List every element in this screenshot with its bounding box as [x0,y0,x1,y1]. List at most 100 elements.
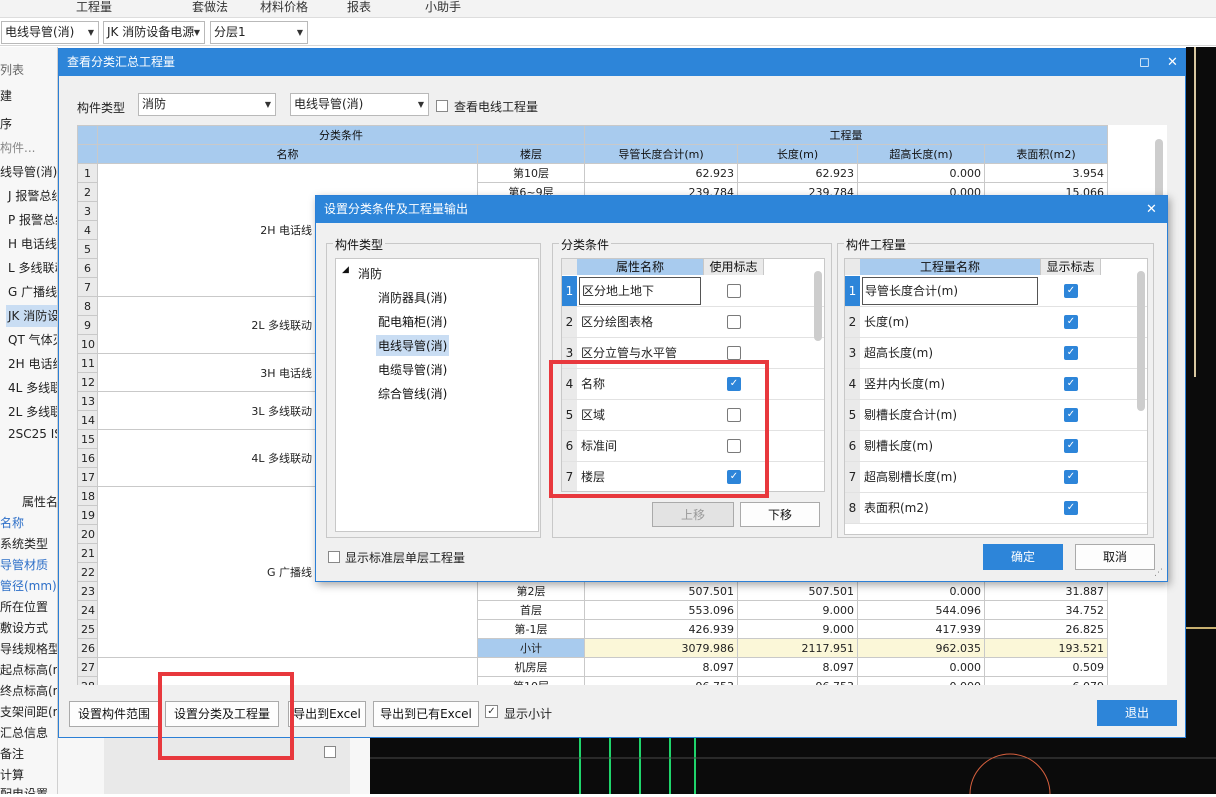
tab-quantity[interactable]: 工程量 [76,0,112,14]
prop-name: 备注 [0,747,25,761]
row-number: 2 [845,307,860,337]
tree-item-selected[interactable]: 电线导管(消) [376,335,450,356]
table-row[interactable]: 5 剔槽长度合计(m) ✓ [845,400,1147,431]
table-row[interactable]: 4 竖井内长度(m) ✓ [845,369,1147,400]
system-combo[interactable]: JK 消防设备电源 ▼ [103,21,205,44]
col-name[interactable]: 名称 [97,144,478,164]
list-item[interactable]: QT 气体灭 [8,331,57,348]
move-down-button[interactable]: 下移 [740,502,820,527]
property-checkbox[interactable] [324,746,336,758]
table-row[interactable]: 2 区分绘图表格 [562,307,824,338]
list-item-selected[interactable]: JK 消防设 [6,305,58,327]
header-class-cond: 分类条件 [97,125,585,145]
conditions-scrollbar[interactable] [814,271,822,341]
table-row[interactable]: 8 表面积(m2) ✓ [845,493,1147,524]
new-button[interactable]: 建 [0,87,12,104]
prop-name: 计算 [0,768,25,782]
list-item[interactable]: 2L 多线联 [8,403,57,420]
table-row[interactable]: 3 超高长度(m) ✓ [845,338,1147,369]
col-area[interactable]: 表面积(m2) [984,144,1108,164]
list-item[interactable]: J 报警总线 [8,187,57,204]
list-item[interactable]: G 广播线 [8,283,57,300]
group-label: 构件类型 [333,236,386,253]
row-checkbox[interactable] [727,346,741,360]
tree-item[interactable]: 综合管线(消) [378,385,447,402]
tree-root[interactable]: 消防 [358,265,382,282]
tab-method[interactable]: 套做法 [192,0,228,14]
floor-combo[interactable]: 分层1 ▼ [210,21,308,44]
chevron-down-icon: ▼ [417,100,424,109]
row-checkbox[interactable]: ✓ [1064,315,1078,329]
row-checkbox[interactable]: ✓ [1064,346,1078,360]
list-item-label: JK 消防设 [8,309,58,323]
cad-canvas-bottom[interactable] [370,738,1216,797]
sort-button[interactable]: 序 [0,115,12,132]
row-checkbox[interactable] [727,284,741,298]
close-icon[interactable]: ✕ [1167,49,1178,76]
row-number: 4 [845,369,860,399]
prop-name: 敷设方式 [0,621,49,635]
list-item[interactable]: 2H 电话线 [8,355,57,372]
row-label: 区分绘图表格 [581,315,654,329]
tree-item[interactable]: 消防器具(消) [378,289,447,306]
table-row[interactable]: 1 导管长度合计(m) ✓ [845,276,1147,307]
table-row[interactable]: 6 剔槽长度(m) ✓ [845,431,1147,462]
cad-canvas[interactable] [1186,47,1216,794]
quantities-scrollbar[interactable] [1137,271,1145,411]
col-total[interactable]: 导管长度合计(m) [584,144,738,164]
subtype-combo[interactable]: 电线导管(消) ▼ [290,93,429,116]
tab-assistant[interactable]: 小助手 [425,0,461,14]
tree-item[interactable]: 配电箱柜(消) [378,313,447,330]
list-item[interactable]: P 报警总线 [8,211,57,228]
prop-name: 系统类型 [0,537,49,551]
row-checkbox[interactable]: ✓ [1064,501,1078,515]
close-icon[interactable]: ✕ [1146,196,1157,223]
row-checkbox[interactable] [727,315,741,329]
view-wire-checkbox[interactable] [436,100,448,112]
tab-report[interactable]: 报表 [347,0,371,14]
set-range-button[interactable]: 设置构件范围 [69,701,159,727]
type-label: 构件类型 [77,101,126,115]
table-row[interactable]: 2 长度(m) ✓ [845,307,1147,338]
export-existing-excel-button[interactable]: 导出到已有Excel [373,701,479,727]
header-corner [845,259,860,275]
resize-grip-icon[interactable]: ⋰ [1154,568,1163,578]
col-over[interactable]: 超高长度(m) [857,144,985,164]
row-checkbox[interactable]: ✓ [1064,470,1078,484]
list-item[interactable]: 4L 多线联 [8,379,57,396]
ok-button[interactable]: 确定 [983,544,1063,570]
chevron-down-icon: ▼ [264,100,271,109]
table-row[interactable]: 1 2H 电话线 第10层 62.923 62.923 0.000 3.954 [77,163,1108,297]
row-checkbox[interactable]: ✓ [1064,439,1078,453]
table-row[interactable]: 7 超高剔槽长度(m) ✓ [845,462,1147,493]
exit-button[interactable]: 退出 [1097,700,1177,726]
export-excel-button[interactable]: 导出到Excel [288,701,366,727]
list-item[interactable]: H 电话线 [8,235,57,252]
chevron-down-icon: ▼ [296,28,303,37]
list-item[interactable]: 线导管(消) [0,163,57,180]
quantities-table: 工程量名称 显示标志 1 导管长度合计(m) ✓ 2 长度(m) ✓ 3 超高长度(m) ✓ 4 竖… [844,258,1148,535]
move-up-button[interactable]: 上移 [652,502,734,527]
col-length[interactable]: 长度(m) [737,144,858,164]
table-row[interactable]: 1 区分地上地下 [562,276,824,307]
row-number: 8 [845,493,860,523]
list-item[interactable]: L 多线联动 [8,259,57,276]
tab-material-price[interactable]: 材料价格 [260,0,308,14]
list-header: 列表 [0,63,25,77]
filter-input[interactable]: 构件... [0,139,35,156]
row-checkbox[interactable]: ✓ [1064,284,1078,298]
component-combo[interactable]: 电线导管(消) ▼ [1,21,99,44]
maximize-icon[interactable]: ◻ [1139,49,1150,76]
row-checkbox[interactable]: ✓ [1064,408,1078,422]
col-floor[interactable]: 楼层 [477,144,585,164]
tree-item[interactable]: 电缆导管(消) [378,361,447,378]
row-number: 5 [845,400,860,430]
std-floor-checkbox[interactable] [328,551,340,563]
show-subtotal-checkbox[interactable]: ✓ [485,705,498,718]
type-combo[interactable]: 消防 ▼ [138,93,276,116]
row-checkbox[interactable]: ✓ [1064,377,1078,391]
cancel-button[interactable]: 取消 [1075,544,1155,570]
collapse-icon[interactable]: ◢ [342,265,349,275]
group-label: 构件工程量 [844,236,909,253]
list-item[interactable]: 2SC25 IS [8,427,57,441]
